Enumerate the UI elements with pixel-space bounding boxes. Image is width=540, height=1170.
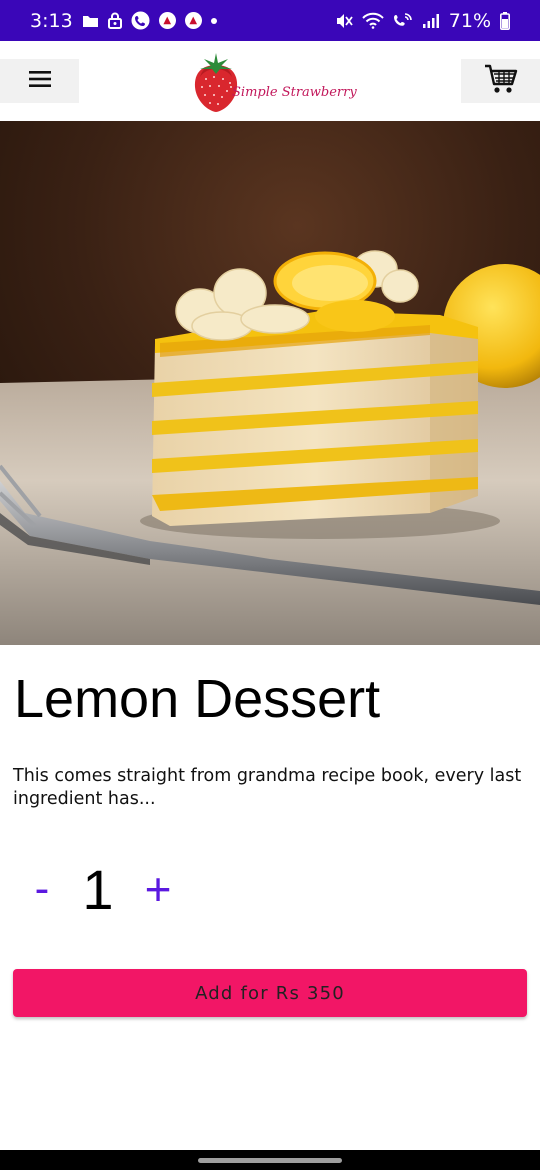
cart-button[interactable] [461, 59, 540, 103]
product-title: Lemon Dessert [14, 669, 381, 729]
strawberry-icon [194, 53, 238, 112]
logo-text: Simple Strawberry [232, 85, 357, 100]
phone-call-icon [131, 11, 150, 30]
hamburger-menu-icon [28, 70, 52, 92]
lemon-cake-photo [0, 121, 540, 645]
add-to-cart-button[interactable]: Add for Rs 350 [13, 969, 527, 1017]
status-bar-right: 71% [335, 10, 510, 32]
gesture-handle[interactable] [198, 1158, 342, 1163]
lock-icon [107, 12, 122, 29]
brand-logo: Simple Strawberry [192, 49, 357, 115]
product-description: This comes straight from grandma recipe … [13, 766, 522, 809]
battery-icon [500, 11, 510, 30]
notification-app-icon: ▲ [158, 12, 176, 29]
volte-call-icon [393, 12, 413, 30]
status-bar: 3:13 ▲ ▲ 71% [0, 0, 540, 41]
wifi-icon [362, 12, 384, 29]
status-time: 3:13 [30, 9, 73, 32]
status-bar-left: 3:13 ▲ ▲ [30, 10, 217, 32]
menu-button[interactable] [0, 59, 79, 103]
battery-percent: 71% [448, 9, 491, 32]
app-bar: Simple Strawberry [0, 41, 540, 121]
increase-quantity-button[interactable]: + [138, 854, 178, 924]
quantity-stepper: - 1 + [0, 850, 540, 930]
system-navigation-bar [0, 1150, 540, 1170]
signal-icon [422, 13, 440, 29]
notification-app-icon: ▲ [184, 12, 202, 29]
folder-icon [82, 14, 99, 28]
decrease-quantity-button[interactable]: - [28, 854, 56, 924]
product-image [0, 121, 540, 645]
shopping-cart-icon [484, 63, 518, 99]
quantity-value: 1 [82, 857, 114, 921]
mute-icon [335, 12, 353, 30]
dot-icon [210, 17, 217, 24]
